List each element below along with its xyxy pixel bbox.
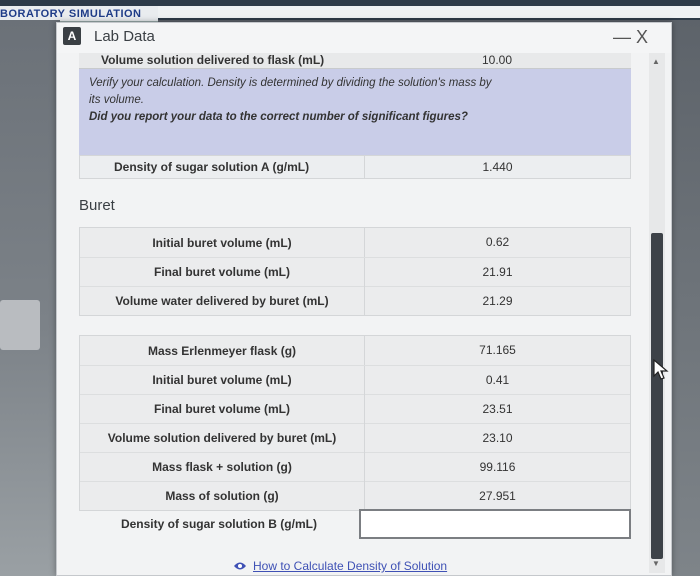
panel-header: A Lab Data — X [57,23,671,53]
close-button[interactable]: X [631,26,653,48]
simulation-background [0,20,60,576]
row-value: 0.41 [364,365,630,395]
density-a-value: 1.440 [364,155,630,179]
row-label: Density of sugar solution B (g/mL) [120,517,317,531]
row-label: Initial buret volume (mL) [152,235,292,250]
lab-data-panel: A Lab Data — X Volume solution delivered… [56,22,672,576]
row-value: 0.62 [364,228,630,257]
mouse-cursor-icon [653,358,669,380]
buret-table: Initial buret volume (mL) 0.62 Final bur… [79,227,631,316]
table-row: Mass of solution (g) 27.951 [80,481,630,511]
help-link-text: How to Calculate Density of Solution [253,559,448,573]
simulation-background-right [672,20,700,576]
eye-icon [234,562,246,570]
row-label: Final buret volume (mL) [153,265,290,279]
scroll-up-icon[interactable]: ▲ [652,57,660,66]
table-row: Final buret volume (mL) 21.91 [80,257,630,287]
row-value: 71.165 [364,336,630,365]
scroll-down-icon[interactable]: ▼ [652,559,660,568]
app-title-line [140,6,700,18]
table-row: Volume solution delivered by buret (mL) … [80,423,630,453]
density-a-row: Density of sugar solution A (g/mL) 1.440 [79,155,631,179]
row-value: 21.91 [364,257,630,287]
row-label: Volume water delivered by buret (mL) [115,294,329,308]
feedback-message: Verify your calculation. Density is dete… [79,69,631,155]
row-label: Final buret volume (mL) [153,402,290,416]
vertical-scrollbar[interactable]: ▲ ▼ [649,53,665,573]
buret-heading: Buret [79,197,115,214]
density-b-input[interactable] [358,509,631,539]
feedback-line: its volume. [89,94,144,106]
table-row: Mass Erlenmeyer flask (g) 71.165 [80,336,630,365]
minimize-button[interactable]: — [611,27,633,47]
density-b-row: Density of sugar solution B (g/mL) [79,509,631,539]
scrollbar-thumb[interactable] [651,233,663,559]
density-help-link[interactable]: How to Calculate Density of Solution [233,559,447,573]
panel-badge: A [63,27,81,45]
row-label: Volume solution delivered to flask (mL) [101,53,325,67]
row-label: Density of sugar solution A (g/mL) [114,160,310,174]
row-value: 10.00 [481,53,513,67]
table-row: Final buret volume (mL) 23.51 [80,394,630,424]
row-value: 21.29 [364,286,630,316]
row-label: Initial buret volume (mL) [152,373,292,387]
volume-delivered-flask-row: Volume solution delivered to flask (mL) … [79,53,631,69]
feedback-line: Verify your calculation. Density is dete… [89,77,492,89]
row-value: 23.51 [364,394,630,424]
row-value: 27.951 [364,481,630,511]
table-row: Mass flask + solution (g) 99.116 [80,452,630,482]
feedback-question: Did you report your data to the correct … [89,111,468,123]
bench-object [0,300,40,350]
table-row: Initial buret volume (mL) 0.62 [80,228,630,257]
row-label: Volume solution delivered by buret (mL) [107,431,337,445]
row-value: 99.116 [364,452,630,482]
row-label: Mass Erlenmeyer flask (g) [147,343,297,358]
row-value: 23.10 [364,423,630,453]
panel-content: Volume solution delivered to flask (mL) … [65,53,649,573]
panel-title: Lab Data [94,28,155,45]
row-label: Mass flask + solution (g) [152,460,292,474]
table-row: Volume water delivered by buret (mL) 21.… [80,286,630,316]
table-row: Initial buret volume (mL) 0.41 [80,365,630,395]
row-label: Mass of solution (g) [165,489,279,503]
solution-b-table: Mass Erlenmeyer flask (g) 71.165 Initial… [79,335,631,511]
